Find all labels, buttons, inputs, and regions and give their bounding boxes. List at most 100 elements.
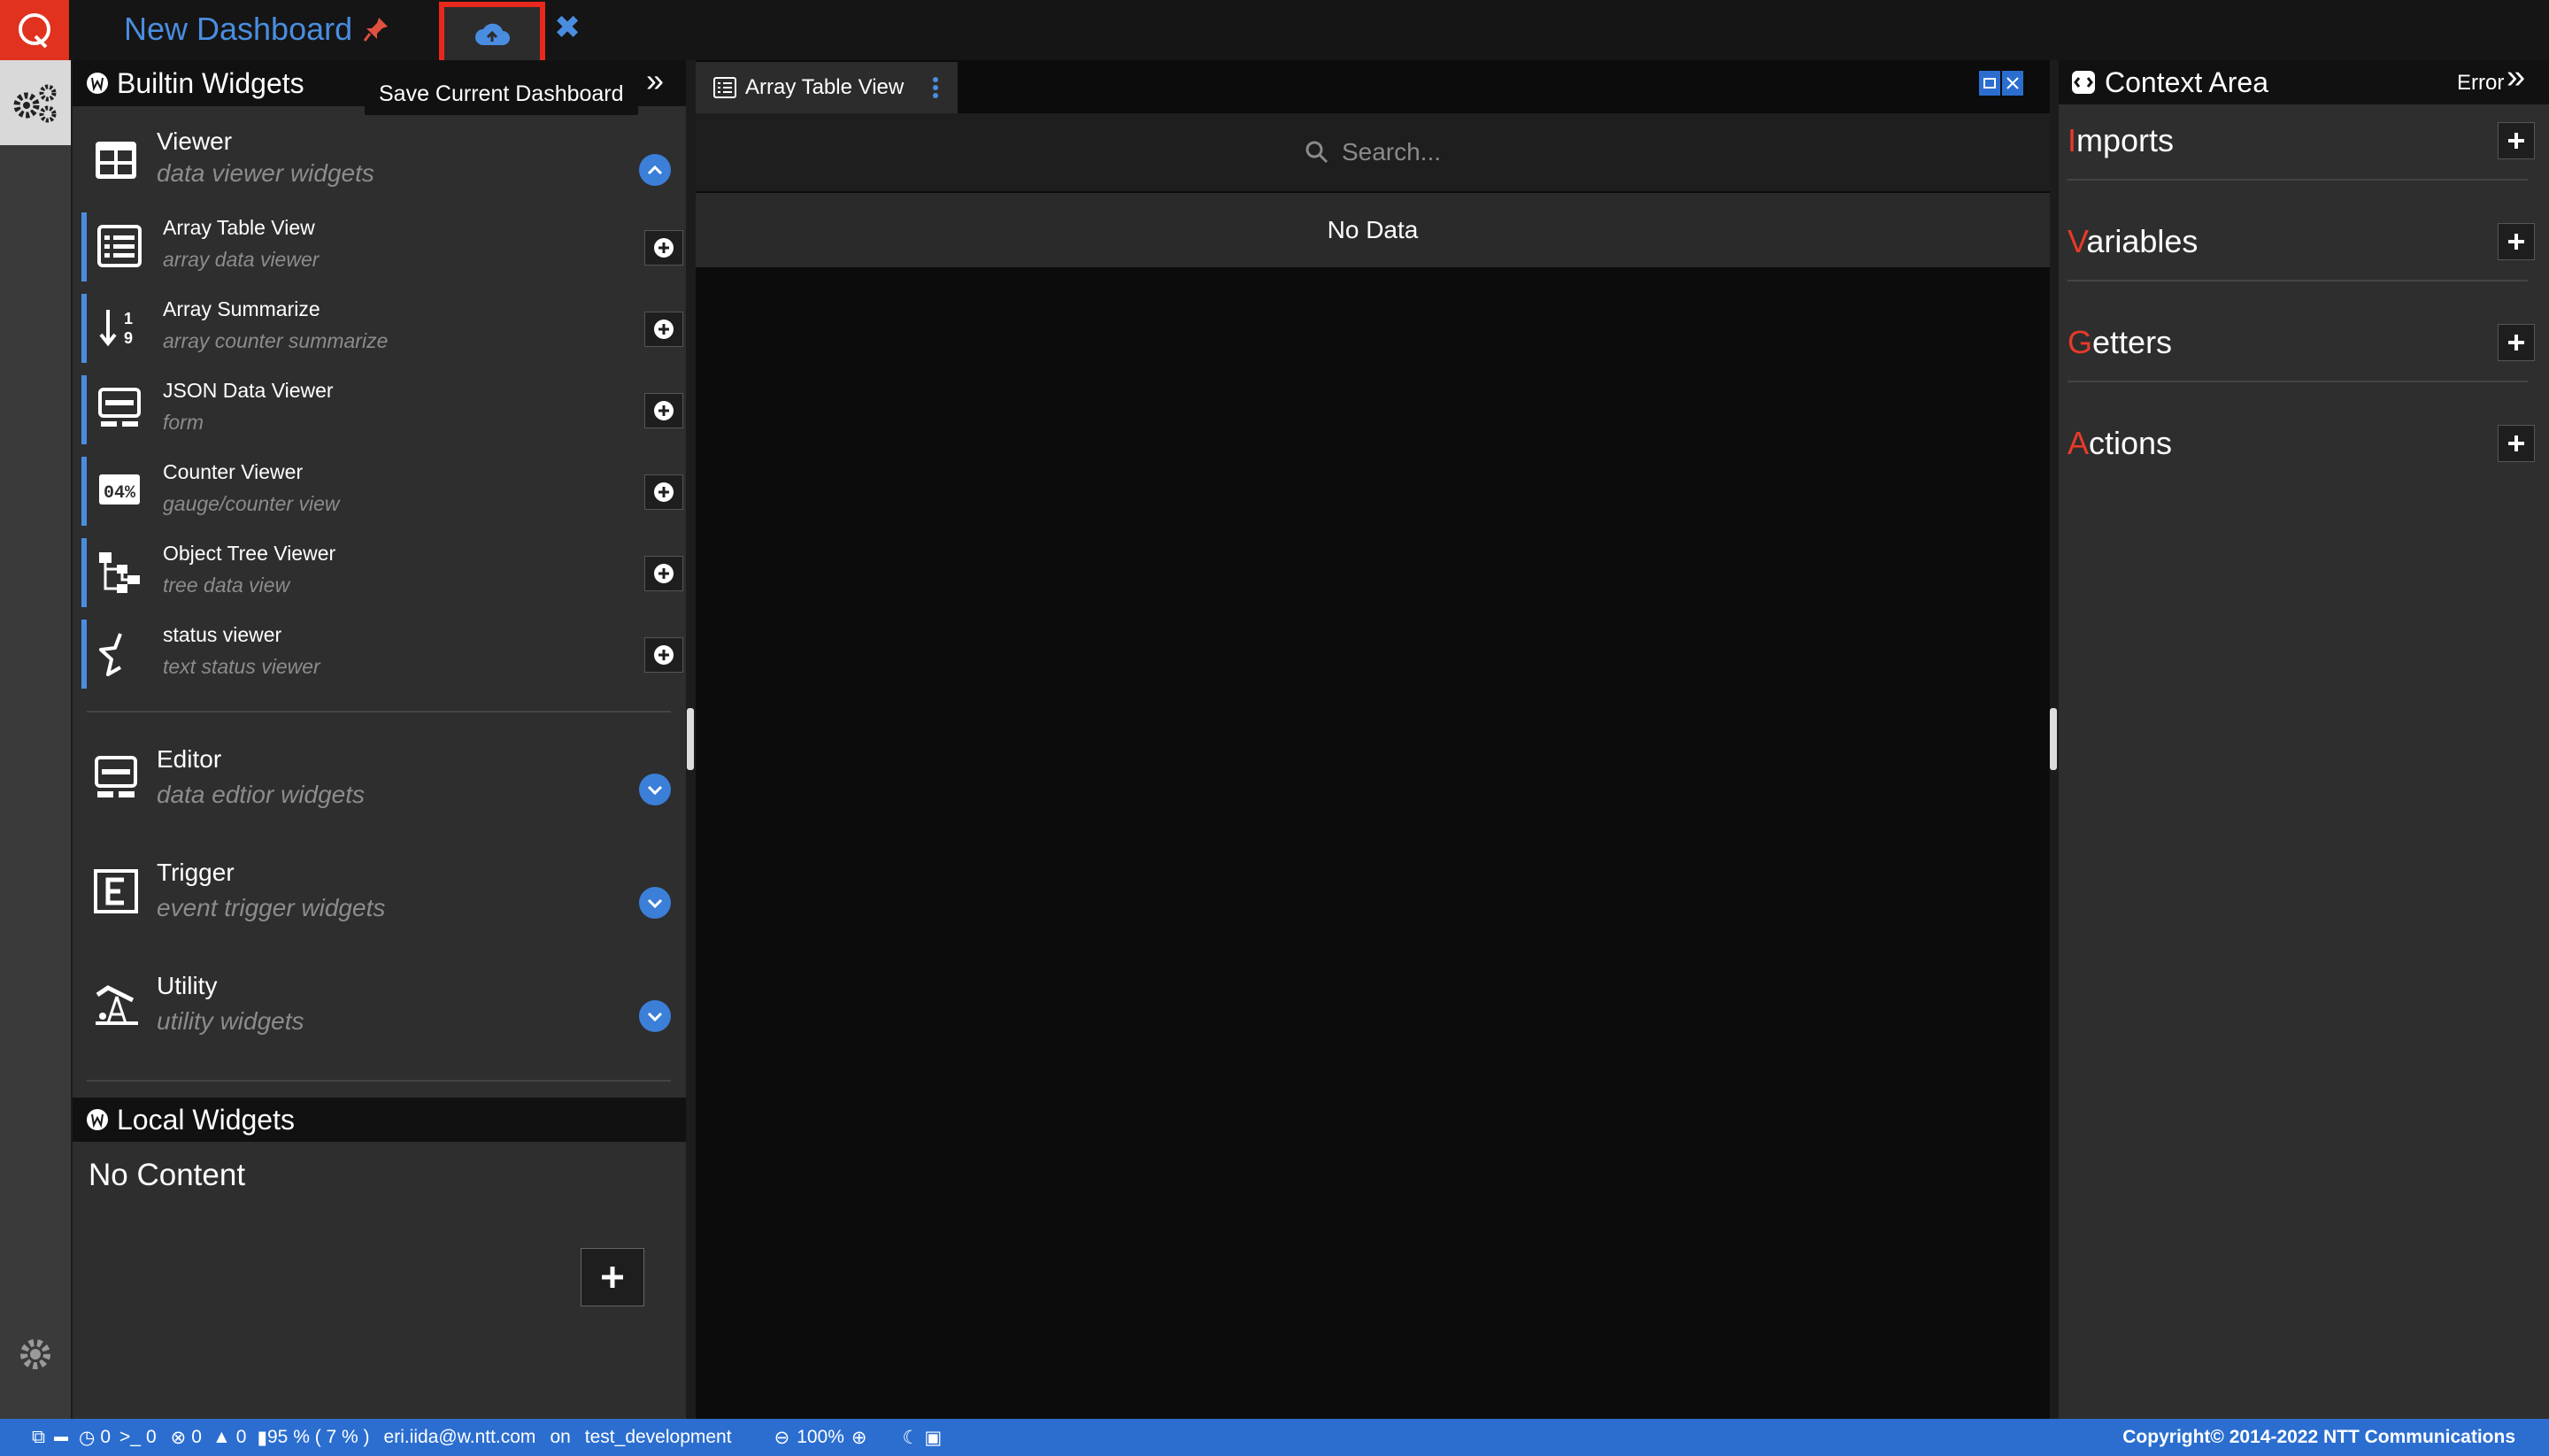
add-local-widget-button[interactable] [581,1248,644,1306]
category-utility[interactable]: Utility utility widgets [73,958,686,1055]
add-widget-button[interactable] [644,312,683,347]
context-actions[interactable]: Actions [2068,404,2535,483]
plus-circle-icon [654,564,674,583]
close-widget-icon[interactable] [2002,71,2023,96]
add-import-button[interactable] [2498,122,2535,159]
plus-circle-icon [654,401,674,420]
chevron-down-icon[interactable] [639,887,671,919]
category-title: Editor [157,745,222,773]
html5-icon[interactable]: ▣ [924,1427,942,1449]
widget-title: status viewer [163,623,282,646]
category-title: Viewer [157,127,233,155]
plus-circle-icon [654,482,674,502]
context-variables[interactable]: Variables [2068,202,2535,281]
add-variable-button[interactable] [2498,223,2535,260]
external-link-icon[interactable]: ⧉ [32,1427,45,1448]
widget-title: Array Summarize [163,297,320,320]
widgets-icon [87,73,108,94]
context-area-title: Context Area [2105,65,2268,98]
sort-numeric-icon: 19 [99,310,133,347]
category-trigger[interactable]: Trigger event trigger widgets [73,844,686,942]
widget-object-tree-viewer[interactable]: Object Tree Viewer tree data view [81,538,686,607]
kebab-menu-icon[interactable] [932,76,939,99]
category-editor[interactable]: Editor data edtior widgets [73,731,686,828]
chevron-up-icon[interactable] [639,154,671,186]
search-input[interactable]: Search... [1342,138,1441,166]
widgets-icon [87,1109,108,1130]
collapse-panel-icon[interactable]: » [646,62,664,99]
context-area-header: Context Area Error » [2059,58,2549,104]
collapse-context-icon[interactable]: » [2507,58,2525,96]
category-viewer[interactable]: Viewer data viewer widgets [73,120,686,209]
left-splitter-handle[interactable] [687,708,694,770]
form-icon [98,388,141,427]
add-widget-button[interactable] [644,393,683,428]
save-dashboard-button[interactable] [439,2,545,69]
divider [87,1080,671,1082]
no-data-message: No Data [696,193,2050,267]
tree-icon [99,552,140,593]
local-widgets-empty: No Content [89,1158,246,1192]
add-widget-button[interactable] [644,637,683,673]
app-logo[interactable] [0,0,69,60]
maximize-icon[interactable] [1979,71,2000,96]
local-widgets-header: Local Widgets [73,1098,686,1142]
category-subtitle: data viewer widgets [157,159,374,187]
add-widget-button[interactable] [644,474,683,510]
widget-status-viewer[interactable]: status viewer text status viewer [81,620,686,689]
chevron-down-icon[interactable] [639,774,671,805]
builtin-widgets-panel: Builtin Widgets ts » Viewer data viewer … [73,60,686,1419]
widget-title: Array Table View [163,216,315,239]
right-splitter-handle[interactable] [2050,708,2057,770]
svg-text:1: 1 [124,310,133,327]
status-bar: ⧉ ▬ ◷ 0 >_ 0 ⊗ 0 ▲ 0 ▮ 95 % ( 7 % ) eri.… [0,1419,2549,1456]
plus-icon [2508,133,2524,149]
dashboard-title[interactable]: New Dashboard [124,11,389,48]
widget-json-data-viewer[interactable]: JSON Data Viewer form [81,375,686,444]
terminal-icon[interactable]: >_ [119,1427,141,1448]
environment-name: test_development [584,1427,732,1447]
svg-text:9: 9 [124,329,133,347]
widget-tab[interactable]: Array Table View [696,62,958,113]
error-icon[interactable]: ⊗ [171,1427,187,1449]
event-e-icon [94,869,138,913]
memory-icon: ▮ [257,1427,267,1448]
error-label[interactable]: Error [2457,71,2504,96]
context-getters[interactable]: Getters [2068,303,2535,382]
pin-icon[interactable] [363,16,389,42]
widget-counter-viewer[interactable]: 04% Counter Viewer gauge/counter view [81,457,686,526]
table-list-icon [713,77,736,98]
add-getter-button[interactable] [2498,324,2535,361]
widget-subtitle: text status viewer [163,655,320,678]
search-bar[interactable]: Search... [696,113,2050,191]
memory-usage: 95 % ( 7 % ) [267,1427,370,1447]
zoom-in-icon[interactable]: ⊕ [851,1427,867,1449]
zoom-out-icon[interactable]: ⊖ [774,1427,790,1449]
rail-settings-button[interactable] [0,60,71,145]
builtin-widgets-title: Builtin Widgets [117,66,304,99]
chevron-down-icon[interactable] [639,1000,671,1032]
warning-icon[interactable]: ▲ [212,1427,231,1448]
flag-icon: ▬ [54,1429,68,1444]
context-icon [2072,71,2095,94]
settings-gear-icon[interactable] [16,1335,55,1378]
add-action-button[interactable] [2498,425,2535,462]
widget-array-summarize[interactable]: 19 Array Summarize array counter summari… [81,294,686,363]
local-widgets-title: Local Widgets [117,1103,295,1136]
star-half-icon [99,633,122,676]
category-title: Trigger [157,859,235,886]
context-item-label: Actions [2068,425,2173,461]
add-widget-button[interactable] [644,556,683,591]
plus-icon [2508,435,2524,451]
clock-icon[interactable]: ◷ [79,1427,95,1449]
on-label: on [550,1427,571,1447]
plus-circle-icon [654,238,674,258]
close-icon[interactable]: ✖ [554,9,581,46]
widget-array-table-view[interactable]: Array Table View array data viewer [81,212,686,281]
widget-title: Counter Viewer [163,460,304,483]
context-imports[interactable]: Imports [2068,101,2535,181]
theme-icon[interactable]: ☾ [903,1427,920,1449]
add-widget-button[interactable] [644,230,683,266]
category-title: Utility [157,972,218,999]
widget-subtitle: gauge/counter view [163,492,340,515]
